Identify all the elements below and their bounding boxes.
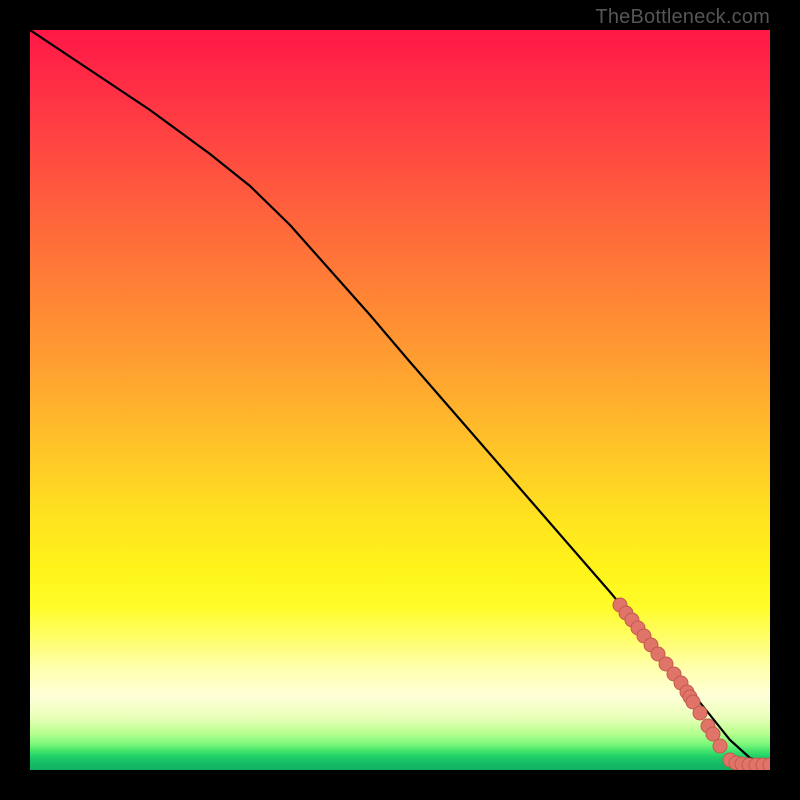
data-markers bbox=[613, 598, 770, 770]
data-point bbox=[713, 739, 727, 753]
plot-area bbox=[30, 30, 770, 770]
data-point bbox=[693, 706, 707, 720]
attribution-text: TheBottleneck.com bbox=[595, 6, 770, 29]
chart-svg bbox=[30, 30, 770, 770]
chart-frame: TheBottleneck.com bbox=[0, 0, 800, 800]
